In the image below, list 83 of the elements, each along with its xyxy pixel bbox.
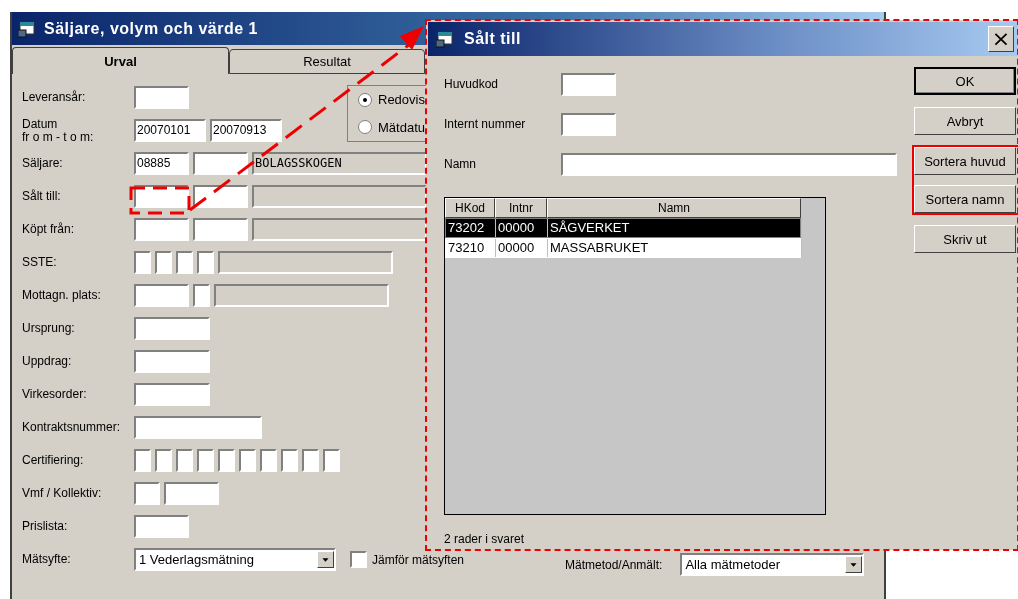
input-field[interactable] (281, 449, 298, 472)
field-label: Uppdrag: (22, 355, 73, 368)
input-field[interactable] (176, 449, 193, 472)
input-field[interactable]: 20070101 (134, 119, 206, 142)
dialog-button[interactable]: Skriv ut (914, 225, 1016, 253)
input-field[interactable] (323, 449, 340, 472)
highlight-frame (129, 186, 191, 215)
field-label: Virkesorder: (22, 388, 88, 401)
input-field[interactable] (197, 449, 214, 472)
field-label: Mätmetod/Anmält: (565, 557, 663, 572)
dialog-button[interactable]: OK (914, 67, 1016, 95)
radio-label: Mätdatu (378, 119, 425, 135)
field-label: Leveransår: (22, 91, 87, 104)
field-label: Datum fr o m - t o m: (22, 117, 95, 144)
checkbox[interactable] (350, 551, 367, 568)
field-label: Sålt till: (22, 190, 62, 203)
input-field[interactable] (134, 449, 151, 472)
window-title: Säljare, volym och värde 1 (44, 19, 258, 38)
column-header[interactable]: HKod (445, 198, 495, 218)
input-field[interactable] (134, 350, 210, 373)
input-field[interactable] (134, 251, 151, 274)
field-label: Mottagn. plats: (22, 289, 102, 302)
input-field[interactable] (134, 482, 160, 505)
field-label: Internt nummer (444, 117, 527, 131)
input-field[interactable] (134, 515, 189, 538)
field-label: Ursprung: (22, 322, 76, 335)
input-field[interactable] (176, 251, 193, 274)
radio-button[interactable] (358, 92, 372, 107)
input-field[interactable] (155, 251, 172, 274)
dialog-icon (436, 30, 456, 48)
dialog-button[interactable]: Sortera namn (914, 185, 1016, 213)
input-field[interactable] (134, 218, 189, 241)
input-field[interactable] (193, 185, 248, 208)
input-field[interactable] (302, 449, 319, 472)
field-label: Huvudkod (444, 77, 500, 91)
input-field[interactable] (155, 449, 172, 472)
dropdown[interactable]: 1 Vederlagsmätning (134, 548, 336, 571)
input-field[interactable] (193, 284, 210, 307)
status-text: 2 rader i svaret (444, 532, 526, 546)
close-button[interactable]: × (988, 26, 1014, 52)
radio-label: Redovis (378, 92, 425, 108)
input-field[interactable]: 08885 (134, 152, 189, 175)
input-field[interactable] (134, 383, 210, 406)
input-field[interactable] (193, 152, 248, 175)
field-label: Vmf / Kollektiv: (22, 487, 103, 500)
input-field[interactable]: 20070913 (210, 119, 282, 142)
field-label: Prislista: (22, 520, 69, 533)
input-field[interactable] (134, 317, 210, 340)
field-label: Namn (444, 157, 477, 171)
input-field[interactable] (193, 218, 248, 241)
input-field[interactable] (561, 152, 897, 176)
field-label: Köpt från: (22, 223, 76, 236)
field-label: Certifiering: (22, 454, 85, 467)
dialog-button[interactable]: Sortera huvud (914, 147, 1016, 175)
input-field[interactable] (134, 416, 262, 439)
tab[interactable]: Urval (12, 47, 229, 74)
input-field[interactable] (134, 86, 189, 109)
input-field[interactable] (561, 112, 616, 136)
radio-button[interactable] (358, 120, 372, 135)
input-field[interactable] (561, 72, 616, 96)
input-field[interactable] (134, 284, 189, 307)
field-label: Kontraktsnummer: (22, 421, 122, 434)
input-field[interactable] (218, 449, 235, 472)
dropdown[interactable]: Alla mätmetoder (680, 553, 865, 576)
dialog-title: Sålt till (464, 30, 521, 48)
caret-icon[interactable] (317, 551, 334, 568)
dialog-button[interactable]: Avbryt (914, 107, 1016, 135)
column-header[interactable]: Namn (547, 198, 801, 218)
input-field[interactable] (164, 482, 219, 505)
window-icon (18, 19, 38, 38)
input-field[interactable] (260, 449, 277, 472)
table-row[interactable]: 73210 00000 MASSABRUKET (445, 238, 801, 258)
tab[interactable]: Resultat (229, 49, 425, 74)
table-row[interactable]: 73202 00000 SÅGVERKET (445, 218, 801, 238)
field-label: Mätsyfte: (22, 553, 72, 566)
input-field[interactable] (197, 251, 214, 274)
input-field[interactable] (239, 449, 256, 472)
checkbox-label: Jämför mätsyften (372, 552, 465, 567)
field-label: Säljare: (22, 157, 64, 170)
field-label: SSTE: (22, 256, 58, 269)
column-header[interactable]: Intnr (495, 198, 547, 218)
name-field: BOLAGSSKOGEN (252, 152, 427, 175)
caret-icon[interactable] (845, 556, 863, 573)
